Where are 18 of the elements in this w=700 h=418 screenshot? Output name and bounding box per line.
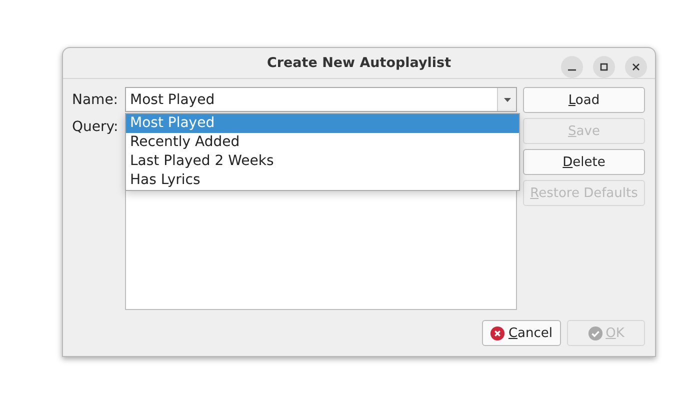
maximize-button[interactable] bbox=[593, 56, 615, 78]
dropdown-option[interactable]: Recently Added bbox=[126, 133, 519, 152]
name-label: Name: bbox=[72, 92, 120, 108]
window-title: Create New Autoplaylist bbox=[266, 55, 452, 71]
cancel-button[interactable]: Cancel bbox=[482, 320, 561, 346]
query-label: Query: bbox=[72, 119, 120, 135]
action-button[interactable]: Delete bbox=[523, 149, 645, 175]
name-combo-box[interactable]: Most Played bbox=[125, 87, 517, 112]
close-icon bbox=[631, 62, 641, 72]
dropdown-option[interactable]: Last Played 2 Weeks bbox=[126, 152, 519, 171]
dropdown-arrow-icon bbox=[504, 98, 510, 102]
minimize-icon bbox=[568, 69, 576, 71]
action-button[interactable]: Load bbox=[523, 87, 645, 113]
maximize-icon bbox=[599, 62, 609, 72]
close-button[interactable] bbox=[625, 56, 647, 78]
dropdown-option[interactable]: Has Lyrics bbox=[126, 171, 519, 190]
check-icon bbox=[588, 326, 603, 340]
cancel-icon bbox=[490, 326, 506, 340]
